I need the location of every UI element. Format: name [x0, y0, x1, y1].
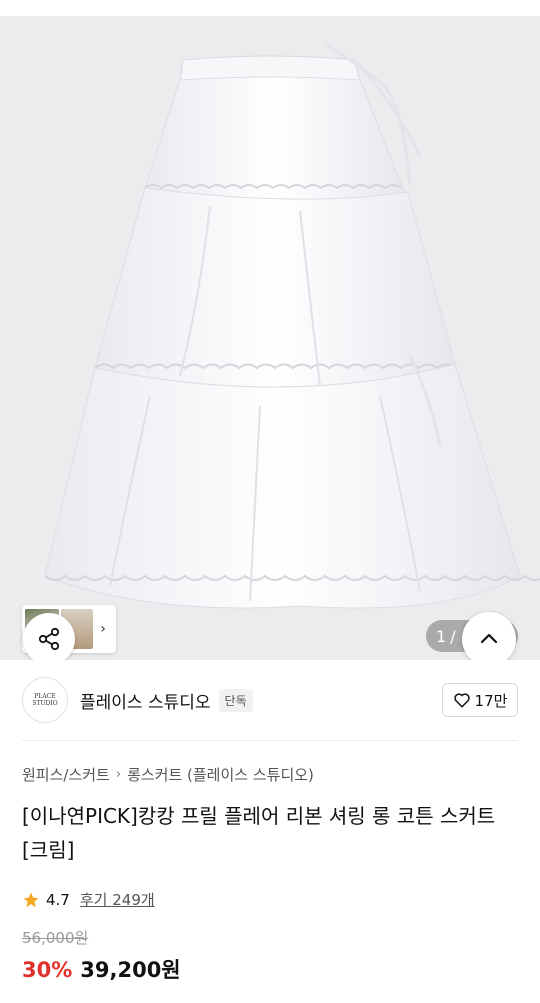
breadcrumb-item-subcategory[interactable]: 롱스커트 (플레이스 스튜디오) — [127, 764, 314, 785]
exclusive-badge: 단독 — [218, 688, 253, 712]
heart-outline-icon — [453, 693, 470, 708]
brand-logo[interactable]: PLACE STUDIO — [22, 677, 68, 723]
review-count-link[interactable]: 후기 249개 — [80, 889, 155, 910]
chevron-right-icon: › — [115, 767, 122, 782]
product-image — [44, 42, 540, 609]
rating-row: 4.7 후기 249개 — [22, 889, 155, 910]
page-counter-separator: / — [450, 626, 456, 646]
chevron-up-icon — [480, 633, 498, 644]
like-count: 17만 — [474, 691, 508, 710]
scroll-top-button[interactable] — [462, 612, 516, 660]
top-strip — [0, 0, 540, 16]
divider — [22, 740, 518, 741]
breadcrumb: 원피스/스커트 › 롱스커트 (플레이스 스튜디오) — [22, 764, 314, 785]
original-price: 56,000원 — [22, 929, 89, 947]
brand-name[interactable]: 플레이스 스튜디오 — [80, 688, 211, 713]
price-row: 30% 39,200원 — [22, 954, 181, 984]
rating-value: 4.7 — [46, 890, 70, 909]
discount-rate: 30% — [22, 958, 73, 982]
brand-row: PLACE STUDIO 플레이스 스튜디오 단독 17만 — [22, 676, 518, 724]
share-button[interactable] — [23, 613, 75, 660]
product-image-gallery[interactable]: › 1 / — [0, 16, 540, 660]
page-counter-current: 1 — [436, 626, 447, 646]
like-button[interactable]: 17만 — [442, 683, 518, 717]
breadcrumb-item-category[interactable]: 원피스/스커트 — [22, 764, 110, 785]
chevron-right-icon[interactable]: › — [95, 621, 111, 637]
sale-price: 39,200원 — [80, 958, 181, 982]
share-icon — [38, 627, 60, 651]
product-title: [이나연PICK]캉캉 프릴 플레어 리본 셔링 롱 코튼 스커트 [크림] — [22, 804, 496, 862]
star-icon — [23, 892, 39, 907]
